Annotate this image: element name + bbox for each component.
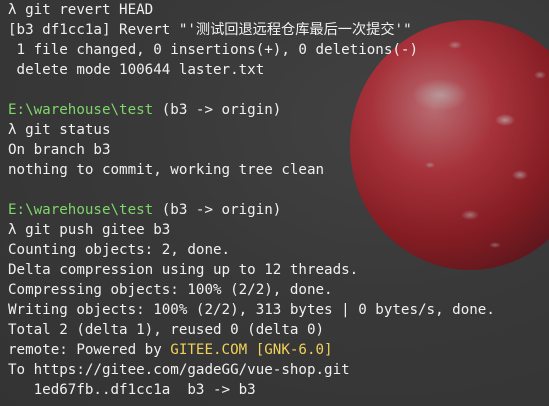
- terminal-text: On branch b3: [8, 142, 111, 158]
- terminal-line: 1ed67fb..df1cc1a b3 -> b3: [8, 380, 495, 400]
- terminal-text: [GNK-6.0]: [255, 342, 333, 358]
- terminal-text: E:\warehouse\test: [8, 202, 154, 218]
- terminal-text: Delta compression using up to 12 threads…: [8, 262, 359, 278]
- terminal-line: Compressing objects: 100% (2/2), done.: [8, 280, 495, 300]
- terminal-text: 1ed67fb..df1cc1a b3 -> b3: [8, 382, 256, 398]
- terminal-text: λ git status: [8, 122, 111, 138]
- terminal-line: Writing objects: 100% (2/2), 313 bytes |…: [8, 300, 495, 320]
- terminal-line: Counting objects: 2, done.: [8, 240, 495, 260]
- terminal-text: Total 2 (delta 1), reused 0 (delta 0): [8, 322, 325, 338]
- terminal-output[interactable]: λ git revert HEAD [b3 df1cc1a] Revert "'测…: [8, 0, 495, 400]
- terminal-line: [b3 df1cc1a] Revert "'测试回退远程仓库最后一次提交'": [8, 20, 495, 40]
- terminal-line: λ git status: [8, 120, 495, 140]
- terminal-text: Counting objects: 2, done.: [8, 242, 231, 258]
- terminal-line: Total 2 (delta 1), reused 0 (delta 0): [8, 320, 495, 340]
- terminal-line: λ git push gitee b3: [8, 220, 495, 240]
- terminal-text: 1 file changed, 0 insertions(+), 0 delet…: [8, 42, 418, 58]
- terminal-text: (b3 -> origin): [153, 202, 282, 218]
- terminal-text: delete mode 100644 laster.txt: [8, 62, 265, 78]
- terminal-text: nothing to commit, working tree clean: [8, 162, 325, 178]
- terminal-line: Delta compression using up to 12 threads…: [8, 260, 495, 280]
- terminal-line: 1 file changed, 0 insertions(+), 0 delet…: [8, 40, 495, 60]
- terminal-text: remote: Powered by: [8, 342, 171, 358]
- terminal-text: Writing objects: 100% (2/2), 313 bytes |…: [8, 302, 495, 318]
- terminal-line: E:\warehouse\test (b3 -> origin): [8, 200, 495, 220]
- terminal-text: λ git revert HEAD: [8, 2, 154, 18]
- terminal-line: delete mode 100644 laster.txt: [8, 60, 495, 80]
- terminal-text: λ git push gitee b3: [8, 222, 171, 238]
- terminal-line: λ git revert HEAD: [8, 0, 495, 20]
- terminal-text: GITEE.COM: [170, 342, 248, 358]
- terminal-text: Compressing objects: 100% (2/2), done.: [8, 282, 333, 298]
- terminal-text: (b3 -> origin): [153, 102, 282, 118]
- terminal-text: [b3 df1cc1a] Revert "'测试回退远程仓库最后一次提交'": [8, 22, 412, 38]
- terminal-text: To https://gitee.com/gadeGG/vue-shop.git: [8, 362, 350, 378]
- terminal-text: E:\warehouse\test: [8, 102, 154, 118]
- terminal-window[interactable]: λ git revert HEAD [b3 df1cc1a] Revert "'测…: [0, 0, 549, 406]
- terminal-line: E:\warehouse\test (b3 -> origin): [8, 100, 495, 120]
- terminal-line: On branch b3: [8, 140, 495, 160]
- terminal-line: nothing to commit, working tree clean: [8, 160, 495, 180]
- terminal-line: To https://gitee.com/gadeGG/vue-shop.git: [8, 360, 495, 380]
- terminal-line: remote: Powered by GITEE.COM [GNK-6.0]: [8, 340, 495, 360]
